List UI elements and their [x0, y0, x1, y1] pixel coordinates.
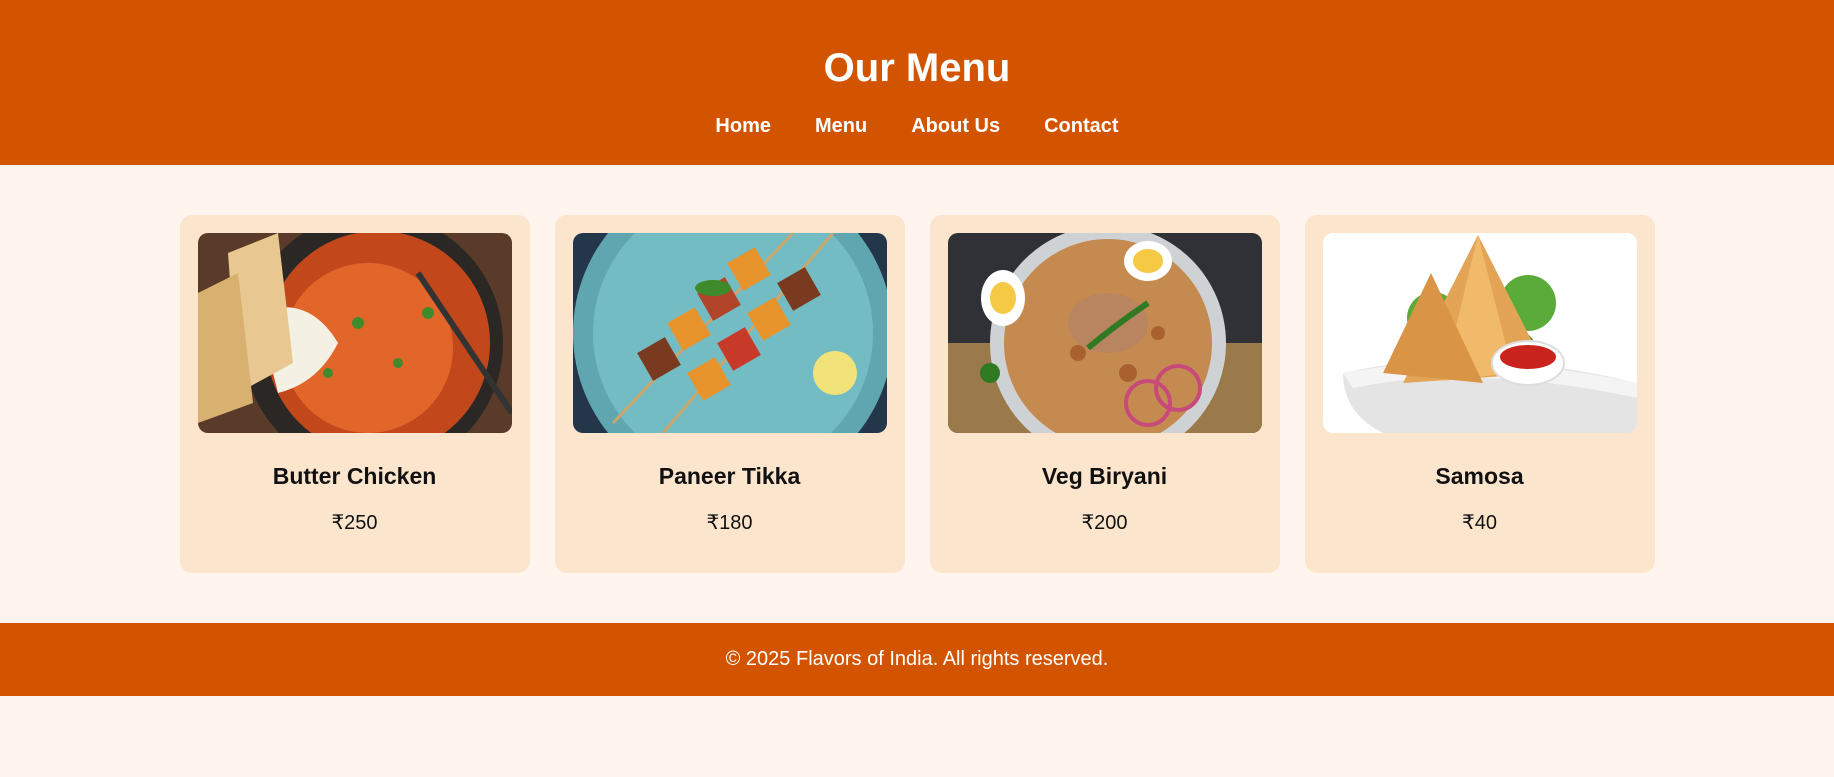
paneer-tikka-image	[572, 233, 887, 433]
dish-name: Butter Chicken	[272, 463, 437, 489]
menu-card-paneer-tikka: Paneer Tikka ₹180	[554, 215, 905, 573]
dish-price: ₹40	[1462, 512, 1497, 534]
page-title: Our Menu	[823, 46, 1011, 90]
main-nav: Home Menu About Us Contact	[0, 114, 1834, 138]
samosa-image	[1322, 233, 1637, 433]
butter-chicken-image	[197, 233, 512, 433]
dish-price: ₹200	[1081, 512, 1128, 534]
dish-price: ₹250	[331, 512, 378, 534]
nav-link-about-us[interactable]: About Us	[911, 114, 1000, 138]
nav-link-home[interactable]: Home	[715, 114, 771, 138]
site-header: Our Menu Home Menu About Us Contact	[0, 0, 1834, 165]
dish-name: Samosa	[1435, 463, 1524, 489]
veg-biryani-image	[947, 233, 1262, 433]
site-footer: © 2025 Flavors of India. All rights rese…	[0, 623, 1834, 696]
menu-grid: Butter Chicken ₹250 Paneer Tikka ₹180 Ve…	[0, 165, 1834, 623]
nav-link-menu[interactable]: Menu	[815, 114, 867, 138]
nav-link-contact[interactable]: Contact	[1044, 114, 1118, 138]
dish-name: Paneer Tikka	[658, 463, 801, 489]
dish-name: Veg Biryani	[1041, 463, 1168, 489]
menu-card-samosa: Samosa ₹40	[1304, 215, 1655, 573]
menu-card-veg-biryani: Veg Biryani ₹200	[929, 215, 1280, 573]
dish-price: ₹180	[706, 512, 753, 534]
menu-card-butter-chicken: Butter Chicken ₹250	[179, 215, 530, 573]
footer-copyright: © 2025 Flavors of India. All rights rese…	[725, 648, 1109, 670]
